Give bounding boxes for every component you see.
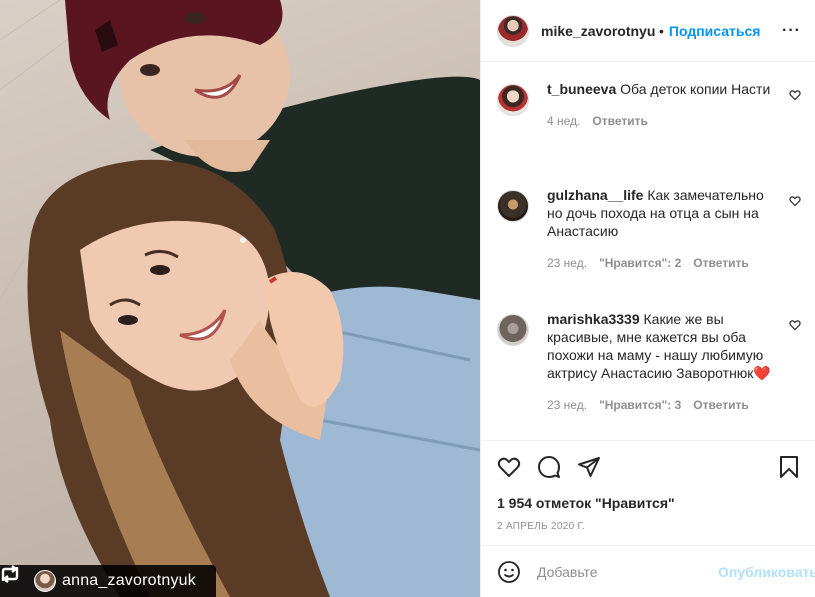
commenter-username[interactable]: t_buneeva bbox=[547, 81, 616, 97]
comment-like-heart-icon[interactable] bbox=[789, 194, 801, 212]
comment-message: Оба деток копии Насти bbox=[620, 81, 771, 97]
comment-text: gulzhana__life Как замечательно но дочь … bbox=[547, 186, 777, 240]
follow-button[interactable]: Подписаться bbox=[669, 23, 761, 39]
comment-body: marishka3339 Какие же вы красивые, мне к… bbox=[547, 310, 777, 412]
commenter-avatar[interactable] bbox=[497, 190, 529, 222]
comment-body: t_buneeva Оба деток копии Насти 4 нед. О… bbox=[547, 80, 777, 186]
reply-button[interactable]: Ответить bbox=[693, 398, 748, 412]
photo-user-tag[interactable]: anna_zavorotnyuk bbox=[0, 565, 216, 597]
commenter-avatar[interactable] bbox=[497, 314, 529, 346]
comment-text: marishka3339 Какие же вы красивые, мне к… bbox=[547, 310, 777, 382]
author-avatar[interactable] bbox=[497, 14, 529, 47]
comments-list[interactable]: t_buneeva Оба деток копии Насти 4 нед. О… bbox=[481, 62, 815, 440]
comment-age[interactable]: 23 нед. bbox=[547, 398, 587, 412]
header-separator: • bbox=[659, 22, 664, 39]
heart-icon[interactable] bbox=[497, 455, 521, 479]
repost-icon bbox=[1, 565, 28, 592]
comment-bubble-icon[interactable] bbox=[537, 455, 561, 479]
commenter-username[interactable]: gulzhana__life bbox=[547, 187, 643, 203]
comment-text: t_buneeva Оба деток копии Насти bbox=[547, 80, 777, 98]
commenter-avatar[interactable] bbox=[497, 84, 529, 116]
publish-button[interactable]: Опубликовать bbox=[718, 564, 815, 580]
comment-composer: Опубликовать bbox=[481, 545, 815, 597]
post-actions: 1 954 отметок "Нравится" 2 АПРЕЛЬ 2020 Г… bbox=[481, 440, 815, 532]
comment-meta: 23 нед. "Нравится": 3 Ответить bbox=[547, 398, 777, 412]
action-icons-row bbox=[497, 441, 799, 493]
commenter-username[interactable]: marishka3339 bbox=[547, 311, 640, 327]
reply-button[interactable]: Ответить bbox=[592, 114, 647, 128]
comment-meta: 4 нед. Ответить bbox=[547, 114, 777, 128]
tag-avatar bbox=[34, 570, 56, 592]
comment-input[interactable] bbox=[537, 563, 718, 580]
bookmark-icon[interactable] bbox=[779, 455, 799, 479]
comment-meta: 23 нед. "Нравится": 2 Ответить bbox=[547, 256, 777, 270]
paper-plane-icon[interactable] bbox=[577, 455, 601, 479]
smiley-icon[interactable] bbox=[497, 560, 521, 584]
more-options-button[interactable]: ··· bbox=[782, 22, 801, 40]
comment-age[interactable]: 23 нед. bbox=[547, 256, 587, 270]
reply-button[interactable]: Ответить bbox=[693, 256, 748, 270]
post-sidebar: mike_zavorotnyuk • Подписаться ··· t_bun… bbox=[480, 0, 815, 597]
tag-username[interactable]: anna_zavorotnyuk bbox=[62, 572, 196, 590]
comment-item: t_buneeva Оба деток копии Насти 4 нед. О… bbox=[481, 80, 815, 186]
comment-like-heart-icon[interactable] bbox=[789, 318, 801, 336]
comment-likes-button[interactable]: "Нравится": 2 bbox=[599, 256, 681, 270]
author-username[interactable]: mike_zavorotnyuk bbox=[541, 23, 656, 39]
photo-illustration bbox=[0, 0, 480, 597]
post-date[interactable]: 2 АПРЕЛЬ 2020 Г. bbox=[497, 521, 799, 532]
comment-like-heart-icon[interactable] bbox=[789, 88, 801, 106]
likes-count[interactable]: 1 954 отметок "Нравится" bbox=[497, 495, 799, 511]
comment-likes-button[interactable]: "Нравится": 3 bbox=[599, 398, 681, 412]
comment-item: marishka3339 Какие же вы красивые, мне к… bbox=[481, 310, 815, 412]
comment-body: gulzhana__life Как замечательно но дочь … bbox=[547, 186, 777, 310]
post-header: mike_zavorotnyuk • Подписаться ··· bbox=[481, 0, 815, 62]
comment-age[interactable]: 4 нед. bbox=[547, 114, 580, 128]
comment-item: gulzhana__life Как замечательно но дочь … bbox=[481, 186, 815, 310]
post-photo[interactable]: anna_zavorotnyuk bbox=[0, 0, 480, 597]
